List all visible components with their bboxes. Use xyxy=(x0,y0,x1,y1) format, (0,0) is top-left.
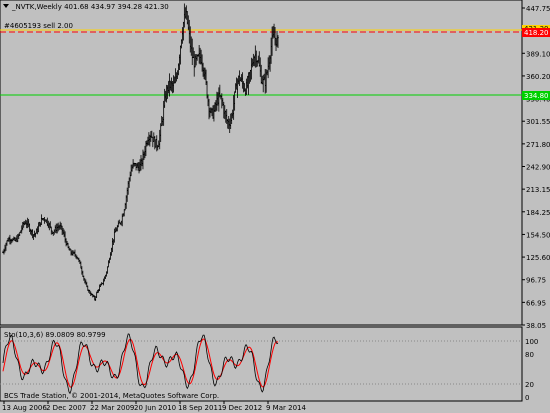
time-axis-label: 13 Aug 2006 xyxy=(2,404,47,412)
main-pane[interactable] xyxy=(0,0,523,326)
price-axis-label: 301.55 xyxy=(526,118,550,126)
green-level-tag: 334.80 xyxy=(524,92,549,100)
price-axis-label: 360.20 xyxy=(526,73,550,81)
price-axis-label: 38.05 xyxy=(526,322,546,330)
time-axis-label: 18 Sep 2011 xyxy=(178,404,222,412)
price-axis-label: 389.10 xyxy=(526,50,550,58)
indicator-label: Sto(10,3,6) 89.0809 80.9799 xyxy=(4,331,106,339)
price-axis-label: 213.15 xyxy=(526,186,550,194)
price-axis-label: 125.60 xyxy=(526,254,550,262)
price-axis-label: 271.80 xyxy=(526,141,550,149)
time-axis-label: 20 Jun 2010 xyxy=(134,404,176,412)
price-axis-label: 242.90 xyxy=(526,164,550,172)
stoch-scale-top: 100 xyxy=(525,338,538,346)
price-axis-label: 447.75 xyxy=(526,5,550,13)
price-axis: 447.75418.20389.10360.20330.40301.55271.… xyxy=(522,5,550,330)
time-axis-label: 9 Dec 2012 xyxy=(222,404,262,412)
footer-copyright: BCS Trade Station, © 2001-2014, MetaQuot… xyxy=(4,392,219,400)
time-axis-label: 9 Mar 2014 xyxy=(266,404,306,412)
price-axis-label: 184.25 xyxy=(526,209,550,217)
stoch-scale-20: 20 xyxy=(525,381,534,389)
stoch-scale-bottom: 0 xyxy=(525,394,529,402)
order-label: #4605193 sell 2.00 xyxy=(4,22,73,30)
price-axis-label: 96.75 xyxy=(526,277,546,285)
time-axis-label: 2 Dec 2007 xyxy=(46,404,86,412)
symbol-info: _NVTK,Weekly 401.68 434.97 394.28 421.30 xyxy=(11,3,169,11)
time-axis-label: 22 Mar 2009 xyxy=(90,404,134,412)
time-axis: 13 Aug 2006 2 Dec 2007 22 Mar 2009 20 Jun 2… xyxy=(2,401,306,412)
sell-price-tag: 418.20 xyxy=(524,29,549,37)
price-chart-window[interactable]: _NVTK,Weekly 401.68 434.97 394.28 421.30… xyxy=(0,0,550,413)
stoch-scale-80: 80 xyxy=(525,351,534,359)
price-axis-label: 154.50 xyxy=(526,231,550,239)
price-axis-label: 66.95 xyxy=(526,299,546,307)
